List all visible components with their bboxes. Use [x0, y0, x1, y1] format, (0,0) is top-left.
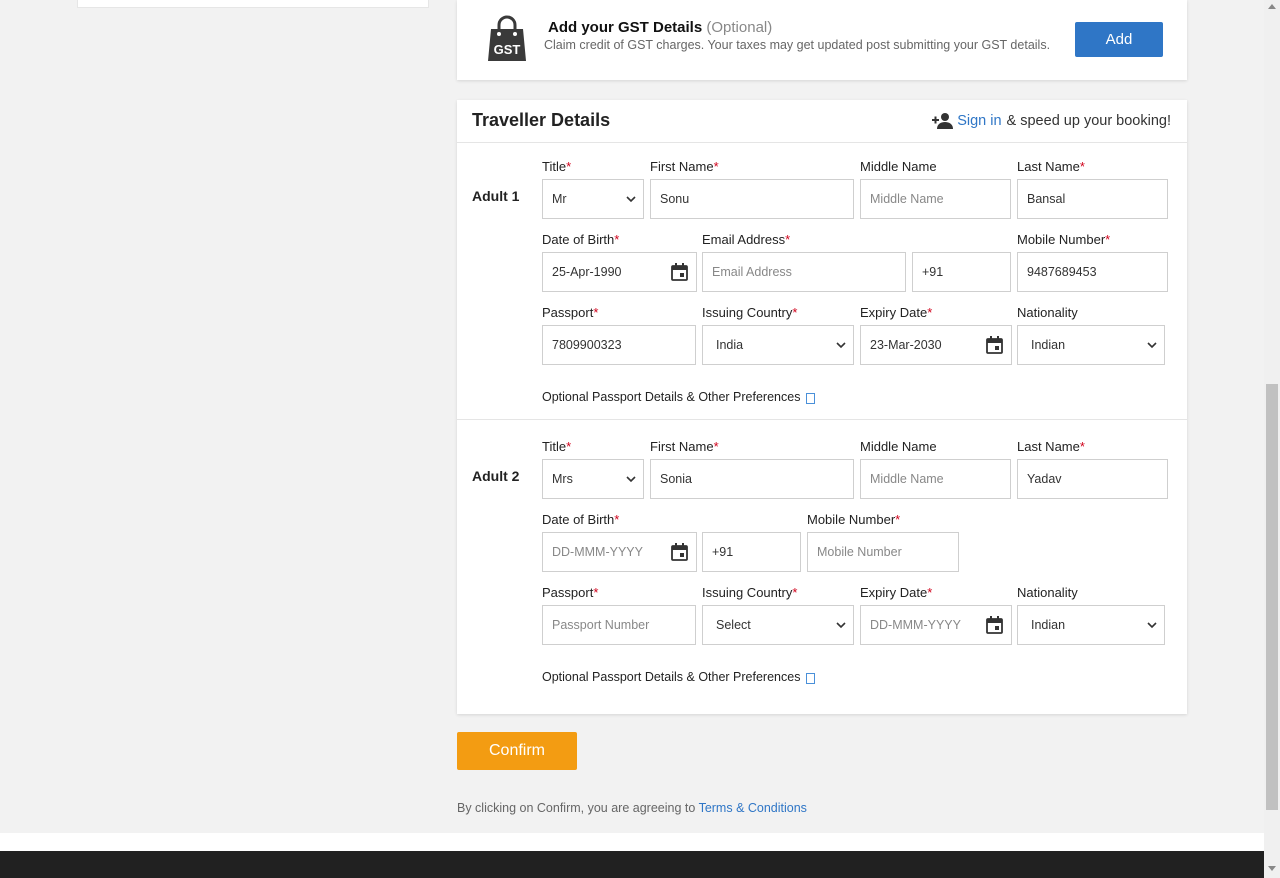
- gst-description: Claim credit of GST charges. Your taxes …: [544, 38, 1051, 52]
- adult-1-email-label: Email Address*: [702, 232, 791, 247]
- adult-2-dob-label: Date of Birth*: [542, 512, 620, 527]
- scroll-down-icon[interactable]: [1268, 866, 1276, 871]
- adult-1-country-code-input[interactable]: +91: [912, 252, 1011, 292]
- adult-1-first-name-input[interactable]: Sonu: [650, 179, 854, 219]
- adult-1-passport-label: Passport*: [542, 305, 599, 320]
- adult-2-title-label: Title*: [542, 439, 572, 454]
- checkbox-icon[interactable]: [806, 393, 816, 404]
- header-divider: [457, 142, 1187, 143]
- calendar-icon[interactable]: [671, 543, 688, 561]
- checkbox-icon[interactable]: [806, 673, 816, 684]
- adult-2-last-name-label: Last Name*: [1017, 439, 1085, 454]
- chevron-down-icon: [836, 622, 846, 629]
- adult-1-passport-input[interactable]: 7809900323: [542, 325, 696, 365]
- chevron-down-icon: [836, 342, 846, 349]
- adult-2-first-name-label: First Name*: [650, 439, 719, 454]
- confirm-button[interactable]: Confirm: [457, 732, 577, 770]
- adult-2-last-name-input[interactable]: Yadav: [1017, 459, 1168, 499]
- adult-1-first-name-label: First Name*: [650, 159, 719, 174]
- chevron-down-icon: [1147, 622, 1157, 629]
- adult-1-dob-input[interactable]: 25-Apr-1990: [542, 252, 697, 292]
- svg-text:GST: GST: [494, 42, 521, 57]
- gst-title: Add your GST Details (Optional): [548, 19, 773, 36]
- adult-2-passport-input[interactable]: Passport Number: [542, 605, 696, 645]
- adult-1-mobile-input[interactable]: 9487689453: [1017, 252, 1168, 292]
- chevron-down-icon: [626, 476, 636, 483]
- adult-2-nationality-select[interactable]: Indian: [1017, 605, 1165, 645]
- adult-1-nationality-label: Nationality: [1017, 305, 1078, 320]
- adult-2-middle-name-label: Middle Name: [860, 439, 937, 454]
- adult-1-middle-name-label: Middle Name: [860, 159, 937, 174]
- adult-1-dob-label: Date of Birth*: [542, 232, 620, 247]
- adult-2-mobile-input[interactable]: Mobile Number: [807, 532, 959, 572]
- traveller-details-title: Traveller Details: [472, 110, 611, 130]
- adult-divider: [457, 419, 1187, 420]
- adult-1-nationality-select[interactable]: Indian: [1017, 325, 1165, 365]
- left-sidebar-card: [77, 0, 429, 8]
- adult-2-nationality-label: Nationality: [1017, 585, 1078, 600]
- gst-bag-icon: GST: [486, 15, 528, 63]
- vertical-scrollbar[interactable]: [1264, 0, 1280, 878]
- adult-1-last-name-label: Last Name*: [1017, 159, 1085, 174]
- adult-1-label: Adult 1: [472, 188, 520, 204]
- adult-1-issuing-country-label: Issuing Country*: [702, 305, 798, 320]
- adult-2-title-select[interactable]: Mrs: [542, 459, 644, 499]
- adult-2-mobile-label: Mobile Number*: [807, 512, 901, 527]
- calendar-icon[interactable]: [671, 263, 688, 281]
- adult-1-mobile-label: Mobile Number*: [1017, 232, 1111, 247]
- gst-add-button[interactable]: Add: [1075, 22, 1163, 57]
- signin-link[interactable]: Sign in: [957, 113, 1001, 129]
- page-bottom-spacer: [0, 833, 1264, 851]
- adult-2-label: Adult 2: [472, 468, 520, 484]
- signin-prompt: Sign in & speed up your booking!: [932, 112, 1171, 130]
- terms-link[interactable]: Terms & Conditions: [699, 801, 807, 815]
- add-person-icon: [932, 112, 954, 130]
- scrollbar-thumb[interactable]: [1266, 384, 1278, 810]
- adult-1-expiry-input[interactable]: 23-Mar-2030: [860, 325, 1012, 365]
- adult-1-email-input[interactable]: Email Address: [702, 252, 906, 292]
- page-footer: [0, 851, 1264, 878]
- adult-1-title-select[interactable]: Mr: [542, 179, 644, 219]
- scroll-up-icon[interactable]: [1268, 4, 1276, 9]
- adult-1-last-name-input[interactable]: Bansal: [1017, 179, 1168, 219]
- adult-2-expiry-input[interactable]: DD-MMM-YYYY: [860, 605, 1012, 645]
- traveller-details-card: Traveller Details Sign in & speed up you…: [457, 100, 1187, 714]
- adult-1-middle-name-input[interactable]: Middle Name: [860, 179, 1011, 219]
- chevron-down-icon: [1147, 342, 1157, 349]
- adult-2-passport-label: Passport*: [542, 585, 599, 600]
- adult-2-expiry-label: Expiry Date*: [860, 585, 933, 600]
- adult-1-title-label: Title*: [542, 159, 572, 174]
- calendar-icon[interactable]: [986, 336, 1003, 354]
- adult-2-first-name-input[interactable]: Sonia: [650, 459, 854, 499]
- adult-2-issuing-country-label: Issuing Country*: [702, 585, 798, 600]
- signin-text: & speed up your booking!: [1006, 113, 1171, 129]
- adult-2-optional-prefs-toggle[interactable]: Optional Passport Details & Other Prefer…: [542, 669, 816, 684]
- adult-2-middle-name-input[interactable]: Middle Name: [860, 459, 1011, 499]
- calendar-icon[interactable]: [986, 616, 1003, 634]
- adult-2-country-code-input[interactable]: +91: [702, 532, 801, 572]
- adult-1-optional-prefs-toggle[interactable]: Optional Passport Details & Other Prefer…: [542, 389, 816, 404]
- gst-details-card: GST Add your GST Details (Optional) Clai…: [457, 0, 1187, 80]
- adult-1-issuing-country-select[interactable]: India: [702, 325, 854, 365]
- adult-1-expiry-label: Expiry Date*: [860, 305, 933, 320]
- adult-2-dob-input[interactable]: DD-MMM-YYYY: [542, 532, 697, 572]
- adult-2-issuing-country-select[interactable]: Select: [702, 605, 854, 645]
- chevron-down-icon: [626, 196, 636, 203]
- terms-notice: By clicking on Confirm, you are agreeing…: [457, 801, 807, 815]
